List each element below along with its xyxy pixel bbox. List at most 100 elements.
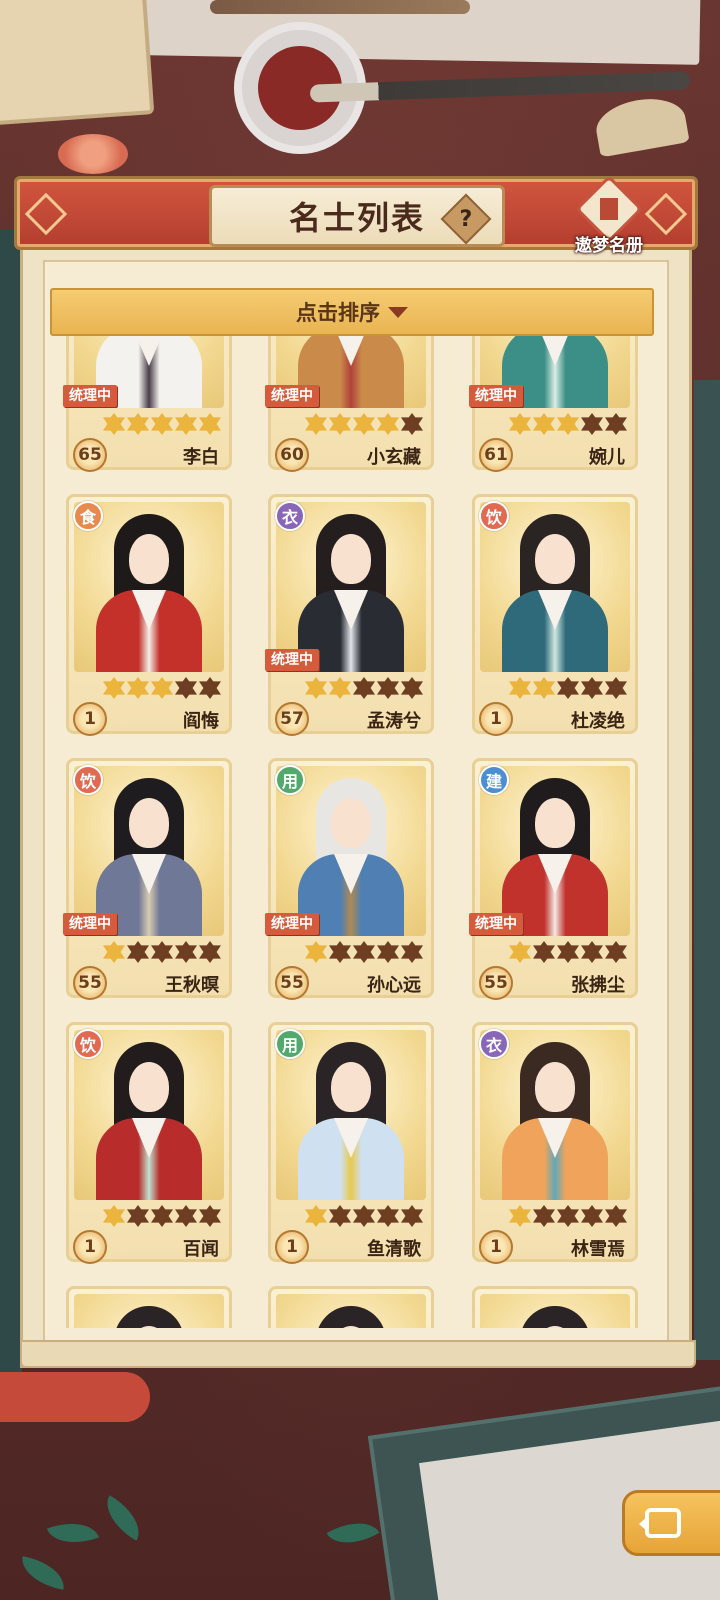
star-rating	[305, 1205, 423, 1227]
help-button[interactable]: ?	[440, 193, 492, 245]
character-card[interactable]: 饮 1 百闻	[66, 1022, 232, 1264]
portrait-face	[129, 798, 169, 848]
star-icon	[533, 941, 555, 963]
category-badge: 饮	[73, 1029, 103, 1059]
star-icon	[581, 413, 603, 435]
character-card[interactable]: 衣统理中 57 孟涛兮	[265, 494, 434, 736]
star-icon	[533, 677, 555, 699]
decor-red-tassel	[0, 1372, 150, 1422]
character-name: 李白	[183, 447, 219, 468]
character-card[interactable]: 统理中 61 婉儿	[469, 336, 638, 472]
category-badge: 饮	[479, 501, 509, 531]
character-card[interactable]	[472, 1286, 638, 1328]
level-badge: 57	[275, 702, 309, 736]
title-plaque: 名士列表 ?	[209, 185, 505, 247]
character-name: 婉儿	[589, 447, 625, 468]
star-icon	[199, 677, 221, 699]
star-rating	[305, 941, 423, 963]
character-card[interactable]: 饮 1 杜凌绝	[472, 494, 638, 736]
star-icon	[581, 1205, 603, 1227]
star-icon	[605, 1205, 627, 1227]
star-icon	[127, 941, 149, 963]
character-card[interactable]: 衣 1 林雪焉	[472, 1022, 638, 1264]
star-icon	[103, 1205, 125, 1227]
star-icon	[329, 677, 351, 699]
character-card[interactable]: 统理中 60 小玄藏	[265, 336, 434, 472]
star-rating	[103, 1205, 221, 1227]
character-name: 孟涛兮	[367, 711, 421, 732]
portrait-face	[331, 1062, 371, 1112]
star-icon	[175, 1205, 197, 1227]
level-badge: 61	[479, 438, 513, 472]
star-icon	[377, 941, 399, 963]
category-badge: 衣	[275, 501, 305, 531]
sort-label: 点击排序	[296, 301, 380, 325]
star-icon	[305, 677, 327, 699]
level-badge: 1	[275, 1230, 309, 1264]
level-badge: 55	[275, 966, 309, 1000]
star-icon	[509, 941, 531, 963]
character-card[interactable]: 食 1 阎悔	[66, 494, 232, 736]
category-badge: 食	[73, 501, 103, 531]
star-icon	[557, 941, 579, 963]
dream-book-label: 遨梦名册	[575, 236, 643, 256]
star-icon	[401, 941, 423, 963]
portrait-face	[535, 798, 575, 848]
star-icon	[353, 1205, 375, 1227]
status-tag: 统理中	[265, 649, 319, 671]
star-icon	[305, 413, 327, 435]
star-rating	[509, 677, 627, 699]
character-card[interactable]	[268, 1286, 434, 1328]
character-name: 阎悔	[183, 711, 219, 732]
star-icon	[605, 413, 627, 435]
character-card[interactable]: 统理中 65 李白	[63, 336, 232, 472]
portrait-hair	[520, 1306, 590, 1328]
character-card[interactable]: 用 1 鱼清歌	[268, 1022, 434, 1264]
star-icon	[175, 941, 197, 963]
sort-button[interactable]: 点击排序	[50, 288, 654, 336]
category-badge: 建	[479, 765, 509, 795]
status-tag: 统理中	[265, 913, 319, 935]
character-grid[interactable]: 统理中 65 李白 统理中 60 小玄藏 统理中 61 婉儿食 1 阎悔衣统理中 57 孟涛兮饮 1 杜凌绝…	[50, 336, 654, 1328]
character-card[interactable]	[66, 1286, 232, 1328]
character-card[interactable]: 用统理中 55 孙心远	[265, 758, 434, 1000]
portrait-hair	[114, 1306, 184, 1328]
star-icon	[581, 677, 603, 699]
status-tag: 统理中	[469, 913, 523, 935]
star-icon	[353, 677, 375, 699]
star-icon	[557, 677, 579, 699]
level-badge: 55	[479, 966, 513, 1000]
portrait-face	[129, 534, 169, 584]
star-rating	[103, 677, 221, 699]
status-tag: 统理中	[469, 385, 523, 407]
level-badge: 65	[73, 438, 107, 472]
star-icon	[199, 941, 221, 963]
portrait-hair	[316, 1306, 386, 1328]
star-icon	[151, 677, 173, 699]
star-rating	[305, 413, 423, 435]
character-card[interactable]: 建统理中 55 张拂尘	[469, 758, 638, 1000]
star-icon	[127, 677, 149, 699]
star-icon	[151, 941, 173, 963]
category-badge: 用	[275, 1029, 305, 1059]
status-tag: 统理中	[63, 913, 117, 935]
star-icon	[557, 1205, 579, 1227]
level-badge: 60	[275, 438, 309, 472]
character-card[interactable]: 饮统理中 55 王秋暝	[63, 758, 232, 1000]
star-icon	[401, 413, 423, 435]
star-icon	[377, 413, 399, 435]
star-icon	[103, 677, 125, 699]
back-button[interactable]	[622, 1490, 720, 1556]
character-portrait	[480, 1294, 630, 1328]
character-portrait	[276, 1294, 426, 1328]
star-rating	[305, 677, 423, 699]
panel-header: 名士列表 ? 遨梦名册	[14, 175, 698, 256]
level-badge: 1	[73, 702, 107, 736]
star-icon	[199, 413, 221, 435]
category-badge: 用	[275, 765, 305, 795]
star-rating	[103, 941, 221, 963]
dream-book-button[interactable]: 遨梦名册	[569, 175, 649, 256]
star-icon	[605, 677, 627, 699]
decor-brush-top	[210, 0, 470, 14]
character-name: 小玄藏	[367, 447, 421, 468]
